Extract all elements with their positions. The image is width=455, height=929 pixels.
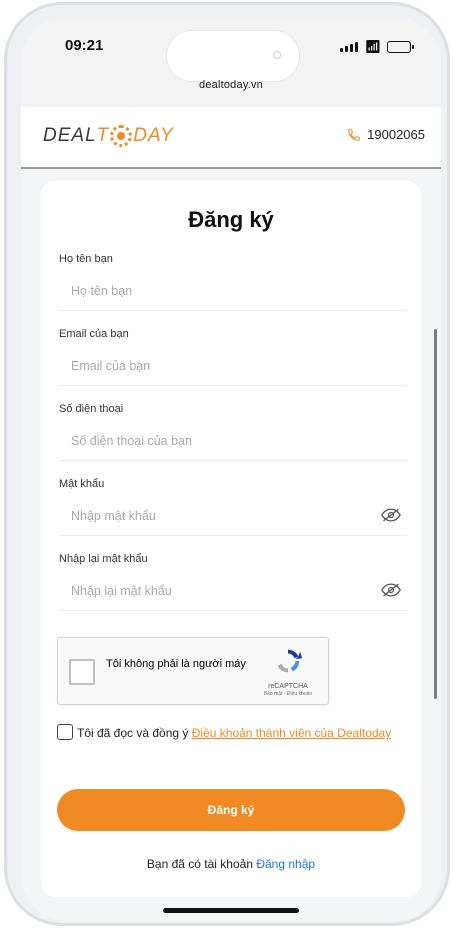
home-indicator[interactable]: [163, 908, 299, 913]
recaptcha-brand: reCAPTCHA: [268, 683, 308, 690]
login-text: Bạn đã có tài khoản: [146, 857, 257, 871]
terms-checkbox[interactable]: [57, 724, 73, 740]
password-input[interactable]: [59, 500, 407, 532]
recaptcha-icon: [277, 649, 303, 673]
page-content: Đăng ký Họ tên bạn Email của bạn Số điện…: [21, 169, 441, 921]
email-label: Email của bạn: [59, 328, 129, 340]
password-field: Mật khẩu: [59, 478, 407, 536]
phone-input[interactable]: [59, 425, 407, 457]
phone-field: Số điện thoại: [59, 403, 407, 461]
battery-icon: [387, 41, 414, 53]
hotline-link[interactable]: 19002065: [347, 127, 425, 142]
dealtoday-logo[interactable]: DEAL T DAY: [43, 125, 174, 147]
phone-frame: 09:21 📶︎ dealtoday.vn DEAL T DAY 1900206…: [4, 2, 450, 926]
phone-icon: [348, 128, 360, 141]
sun-icon: [110, 125, 133, 147]
dynamic-island: [167, 31, 299, 81]
login-prompt: Bạn đã có tài khoản Đăng nhập: [41, 857, 421, 871]
email-input[interactable]: [59, 350, 407, 382]
scrollbar[interactable]: [434, 329, 437, 699]
wifi-icon: 📶︎: [364, 39, 381, 54]
fullname-input[interactable]: [59, 275, 407, 307]
confirm-password-input[interactable]: [59, 575, 407, 607]
phone-label: Số điện thoại: [59, 403, 124, 415]
status-icons: 📶︎: [340, 39, 414, 55]
register-button[interactable]: Đăng ký: [57, 789, 405, 831]
status-bar: 09:21 📶︎ dealtoday.vn: [21, 17, 441, 107]
recaptcha-label: Tôi không phải là người máy: [106, 658, 246, 670]
browser-url[interactable]: dealtoday.vn: [21, 79, 441, 91]
fullname-field: Họ tên bạn: [59, 253, 407, 311]
password-label: Mật khẩu: [59, 478, 105, 490]
recaptcha-logo: reCAPTCHA Bảo mật - Điều khoản: [258, 646, 318, 697]
logo-text-deal: DEAL: [43, 125, 97, 146]
page-title: Đăng ký: [188, 207, 274, 232]
login-link[interactable]: Đăng nhập: [256, 857, 315, 871]
eye-off-icon[interactable]: [381, 583, 401, 597]
status-time: 09:21: [65, 37, 104, 54]
logo-text-day: DAY: [133, 125, 174, 146]
phone-screen: 09:21 📶︎ dealtoday.vn DEAL T DAY 1900206…: [21, 17, 441, 921]
logo-text-t: T: [96, 125, 110, 146]
hotline-number: 19002065: [367, 127, 425, 142]
recaptcha-terms[interactable]: Bảo mật - Điều khoản: [258, 691, 318, 697]
recaptcha-widget: Tôi không phải là người máy reCAPTCHA Bả…: [57, 637, 329, 705]
terms-text: Tôi đã đọc và đồng ý: [77, 726, 192, 740]
register-card: Đăng ký Họ tên bạn Email của bạn Số điện…: [41, 181, 421, 897]
email-field: Email của bạn: [59, 328, 407, 386]
recaptcha-checkbox[interactable]: [69, 659, 95, 685]
camera-icon: [273, 51, 281, 59]
cellular-signal-icon: [340, 42, 359, 52]
terms-agreement: Tôi đã đọc và đồng ý Điều khoản thành vi…: [57, 723, 397, 743]
eye-off-icon[interactable]: [381, 508, 401, 522]
terms-link[interactable]: Điều khoản thành viên của Dealtoday: [192, 726, 391, 740]
site-header: DEAL T DAY 19002065: [21, 107, 441, 169]
confirm-password-field: Nhập lại mật khẩu: [59, 553, 407, 611]
fullname-label: Họ tên bạn: [59, 253, 113, 265]
confirm-password-label: Nhập lại mật khẩu: [59, 553, 148, 565]
